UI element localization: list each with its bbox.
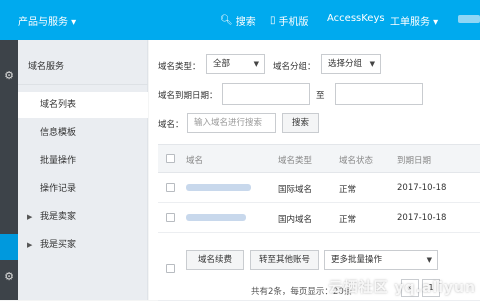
search-nav[interactable]: 🔍︎ 搜索 — [220, 13, 256, 28]
domain-type-value: 全部 — [213, 59, 230, 69]
renew-button[interactable]: 域名续费 — [186, 250, 244, 270]
search-button[interactable]: 搜索 — [282, 113, 319, 133]
caret-right-icon: ▶ — [27, 204, 32, 230]
search-nav-label: 搜索 — [236, 13, 256, 28]
sidebar-title: 域名服务 — [28, 59, 64, 72]
main-content: 域名类型： 全部 ▼ 域名分组： 选择分组 ▼ 域名到期日期： 至 域名： 输入… — [149, 40, 480, 300]
workorder-menu[interactable]: 工单服务 ▾ — [390, 13, 438, 28]
sidebar-item-domain-list[interactable]: 域名列表 — [18, 92, 148, 118]
table-header: 域名 域名类型 域名状态 到期日期 — [158, 145, 480, 173]
accesskeys-nav[interactable]: AccessKeys — [327, 13, 385, 24]
domain-group-value: 选择分组 — [328, 59, 362, 69]
expire-start-input[interactable] — [222, 83, 310, 105]
footer-select-all-checkbox[interactable] — [166, 264, 175, 273]
domain-name-label: 域名： — [158, 118, 184, 130]
domain-status-cell: 正常 — [339, 213, 356, 225]
col-domain-type: 域名类型 — [278, 154, 312, 166]
dropdown-arrow-icon: ▼ — [427, 251, 432, 269]
transfer-account-button[interactable]: 转至其他账号 — [250, 250, 319, 270]
user-avatar[interactable] — [458, 15, 480, 23]
sidebar-item-label: 域名列表 — [40, 100, 76, 110]
gear-icon[interactable]: ⚙ — [2, 69, 16, 83]
batch-ops-select[interactable]: 更多批量操作 ▼ — [324, 250, 438, 270]
select-all-checkbox[interactable] — [166, 154, 175, 163]
domain-status-cell: 正常 — [339, 183, 356, 195]
domain-group-select[interactable]: 选择分组 ▼ — [321, 54, 381, 74]
caret-right-icon: ▶ — [27, 232, 32, 258]
expire-end-input[interactable] — [335, 83, 423, 105]
search-icon: 🔍︎ — [220, 15, 233, 26]
domain-name-blurred[interactable] — [186, 214, 246, 221]
sidebar-item-label: 我是卖家 — [40, 212, 76, 222]
top-bar: 产品与服务 ▾ 🔍︎ 搜索 ▯ 手机版 AccessKeys 工单服务 ▾ — [0, 0, 480, 40]
active-strip-indicator — [0, 234, 18, 260]
batch-ops-value: 更多批量操作 — [331, 255, 382, 265]
left-icon-strip: ⚙ ⚙ — [0, 40, 18, 300]
mobile-nav[interactable]: ▯ 手机版 — [270, 13, 309, 28]
domain-name-blurred[interactable] — [186, 184, 251, 191]
domain-group-label: 域名分组： — [273, 60, 316, 72]
expire-date-cell: 2017-10-18 — [397, 183, 446, 193]
sidebar-item-info-template[interactable]: 信息模板 — [18, 120, 148, 146]
sidebar-item-label: 批量操作 — [40, 156, 76, 166]
sidebar-item-label: 信息模板 — [40, 128, 76, 138]
mobile-nav-label: 手机版 — [279, 13, 309, 28]
sidebar-item-buyer[interactable]: ▶ 我是买家 — [18, 232, 148, 258]
sidebar-item-label: 操作记录 — [40, 184, 76, 194]
expire-date-cell: 2017-10-18 — [397, 213, 446, 223]
domain-type-cell: 国际域名 — [278, 183, 312, 195]
domain-type-label: 域名类型： — [158, 60, 201, 72]
domain-sidebar: 域名服务 域名列表 信息模板 批量操作 操作记录 ▶ 我是卖家 ▶ 我是买家 — [18, 40, 148, 300]
phone-icon: ▯ — [270, 15, 276, 26]
sidebar-item-seller[interactable]: ▶ 我是卖家 — [18, 204, 148, 230]
dropdown-arrow-icon: ▼ — [254, 55, 259, 73]
table-row: 国际域名 正常 2017-10-18 — [158, 173, 480, 203]
products-services-menu[interactable]: 产品与服务 ▾ — [18, 13, 76, 28]
settings-gear-icon[interactable]: ⚙ — [2, 270, 16, 284]
sidebar-item-label: 我是买家 — [40, 240, 76, 250]
watermark: 云栖社区 yq.aliyun — [329, 277, 476, 297]
date-range-to-label: 至 — [316, 89, 325, 101]
domain-type-cell: 国内域名 — [278, 213, 312, 225]
col-domain: 域名 — [186, 154, 203, 166]
row-checkbox[interactable] — [166, 183, 175, 192]
row-checkbox[interactable] — [166, 213, 175, 222]
col-domain-status: 域名状态 — [339, 154, 373, 166]
dropdown-arrow-icon: ▼ — [370, 55, 375, 73]
domain-search-input[interactable]: 输入域名进行搜索 — [187, 113, 276, 133]
expire-date-label: 域名到期日期： — [158, 89, 218, 101]
col-expire-date: 到期日期 — [397, 154, 431, 166]
sidebar-item-batch-ops[interactable]: 批量操作 — [18, 148, 148, 174]
domain-type-select[interactable]: 全部 ▼ — [206, 54, 265, 74]
sidebar-divider — [18, 84, 148, 85]
table-row: 国内域名 正常 2017-10-18 — [158, 203, 480, 233]
sidebar-item-op-log[interactable]: 操作记录 — [18, 176, 148, 202]
